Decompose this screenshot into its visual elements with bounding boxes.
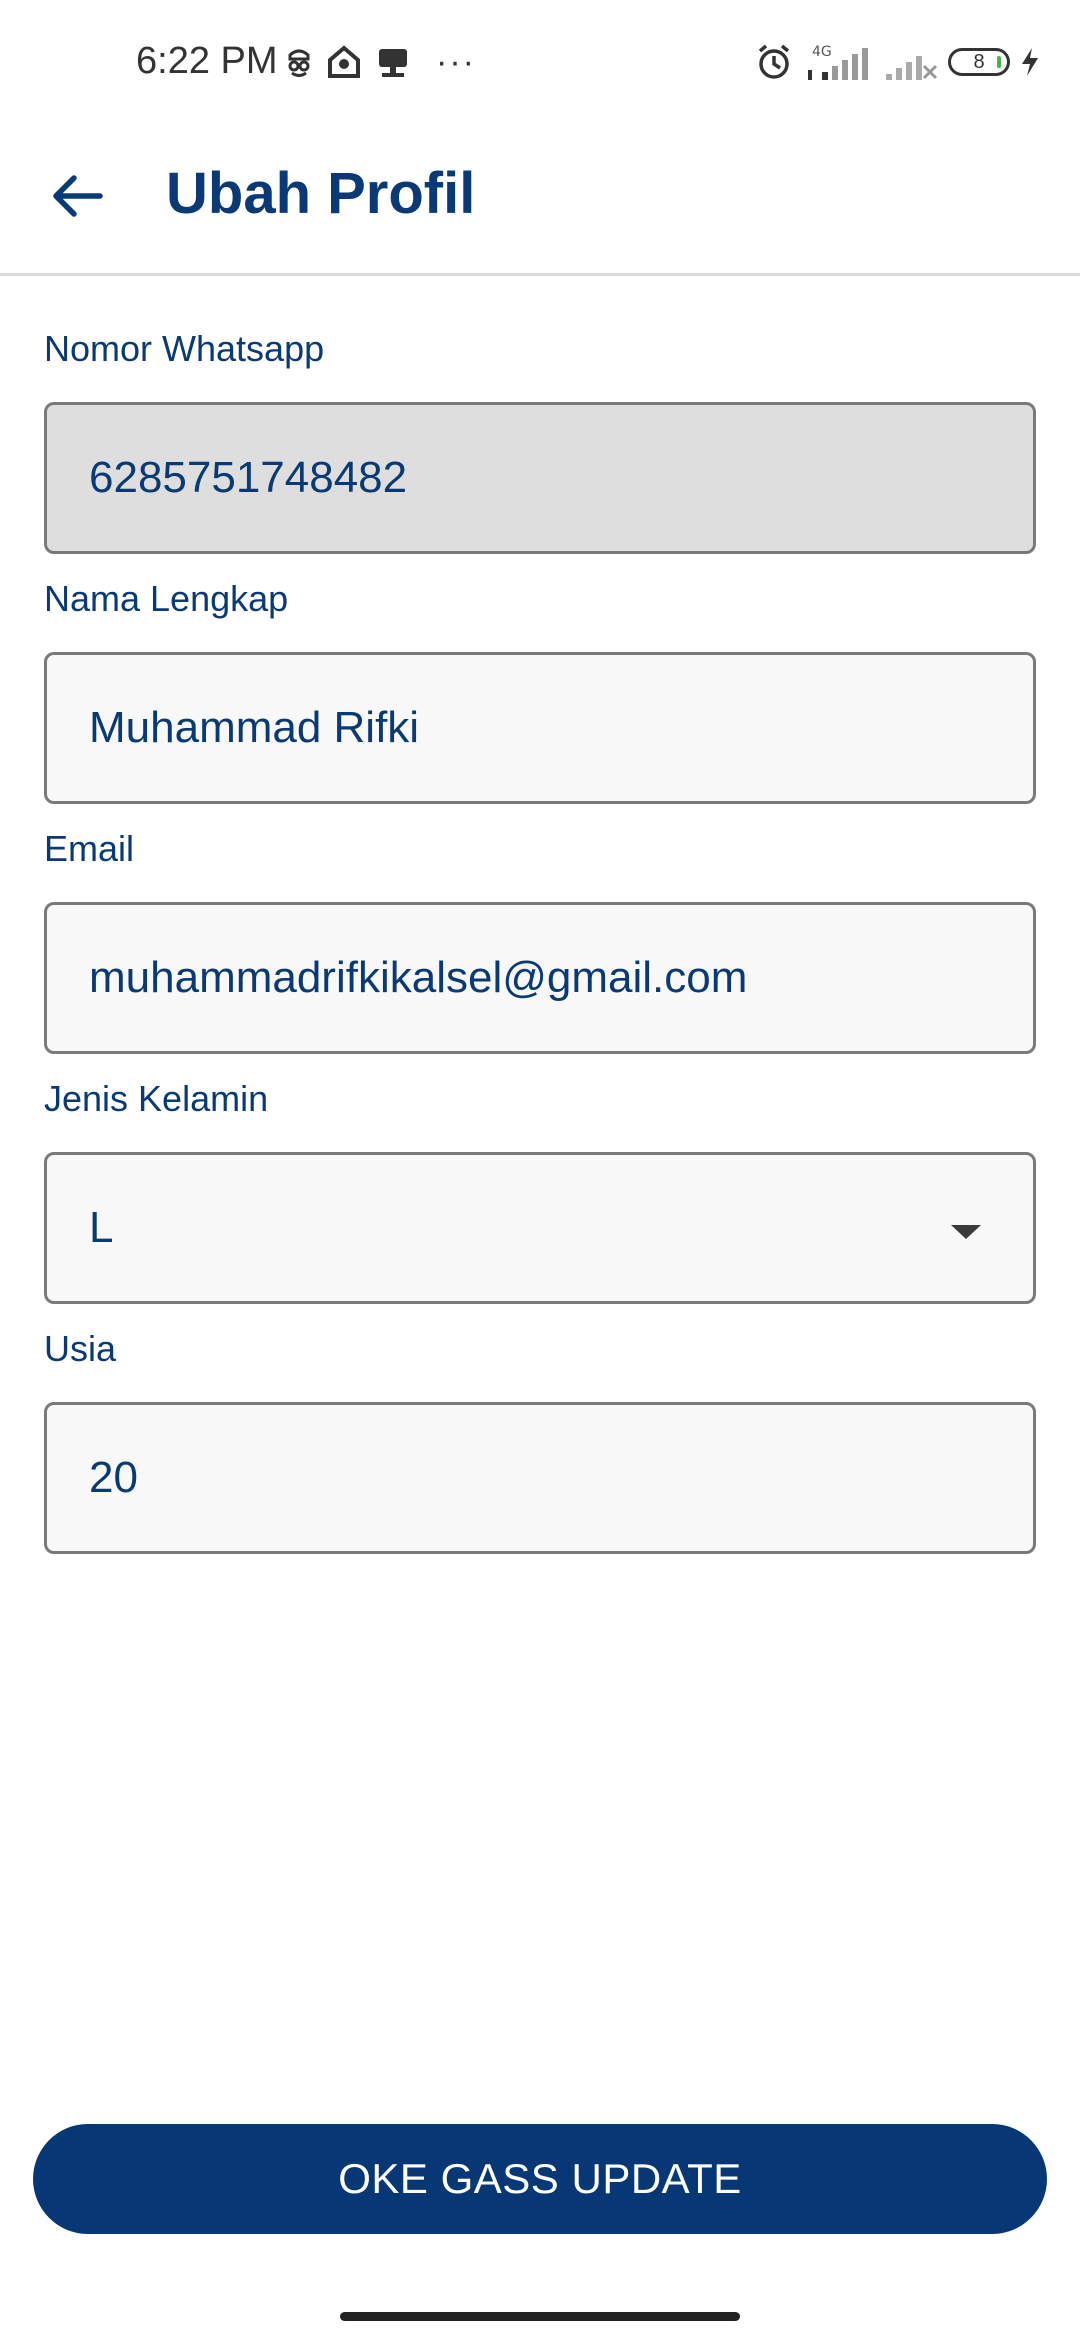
status-right-icons: 4G 8: [754, 40, 1040, 84]
email-field-group: Email muhammadrifkikalsel@gmail.com: [44, 824, 1036, 1054]
charging-icon: [1020, 46, 1040, 78]
update-button[interactable]: OKE GASS UPDATE: [33, 2124, 1047, 2234]
fullname-input[interactable]: Muhammad Rifki: [44, 652, 1036, 804]
app-bar: Ubah Profil: [0, 126, 1080, 276]
email-value: muhammadrifkikalsel@gmail.com: [89, 953, 748, 1002]
age-field-group: Usia 20: [44, 1324, 1036, 1554]
alarm-icon: [754, 42, 794, 82]
fullname-field-group: Nama Lengkap Muhammad Rifki: [44, 574, 1036, 804]
back-button[interactable]: [40, 158, 116, 234]
gender-select[interactable]: L: [44, 1152, 1036, 1304]
more-dots-icon: ···: [436, 42, 476, 81]
home-indicator[interactable]: [340, 2312, 740, 2321]
signal-4g-icon: 4G: [804, 42, 874, 82]
whatsapp-label: Nomor Whatsapp: [44, 328, 325, 369]
fullname-label: Nama Lengkap: [44, 578, 289, 619]
email-input[interactable]: muhammadrifkikalsel@gmail.com: [44, 902, 1036, 1054]
gender-label: Jenis Kelamin: [44, 1078, 269, 1119]
gender-field-group: Jenis Kelamin L: [44, 1074, 1036, 1304]
dropdown-arrow-icon: [951, 1225, 981, 1239]
whatsapp-field-group: Nomor Whatsapp 6285751748482: [44, 324, 1036, 554]
age-input[interactable]: 20: [44, 1402, 1036, 1554]
battery-level: 8: [973, 50, 985, 73]
signal-no-service-icon: [884, 42, 938, 82]
status-bar: 6:22 PM ··· 4G 8: [0, 0, 1080, 126]
gender-value: L: [89, 1203, 114, 1252]
arrow-left-icon: [53, 175, 103, 217]
whatsapp-value: 6285751748482: [89, 453, 408, 502]
battery-icon: 8: [948, 48, 1010, 76]
fullname-value: Muhammad Rifki: [89, 703, 420, 752]
age-value: 20: [89, 1453, 138, 1502]
cast-icon: [376, 45, 410, 79]
home-app-icon: [326, 44, 362, 80]
status-time: 6:22 PM: [136, 40, 278, 82]
email-label: Email: [44, 828, 135, 869]
age-label: Usia: [44, 1328, 117, 1369]
status-left-icons: ···: [286, 42, 476, 82]
incognito-icon: [286, 45, 312, 79]
svg-text:4G: 4G: [812, 44, 832, 60]
page-title: Ubah Profil: [166, 161, 476, 226]
whatsapp-input: 6285751748482: [44, 402, 1036, 554]
